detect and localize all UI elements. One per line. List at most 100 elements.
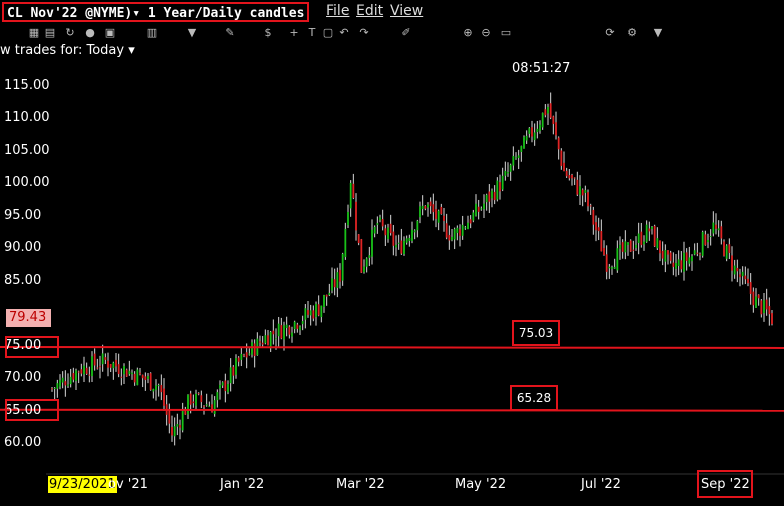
candle <box>373 225 376 238</box>
candle <box>259 335 261 347</box>
line-value-label-lower[interactable]: 65.28 <box>510 385 558 411</box>
candle <box>485 193 488 211</box>
candle <box>605 245 608 280</box>
candle <box>533 123 536 146</box>
candle <box>741 266 744 285</box>
candle <box>104 353 107 365</box>
candle <box>325 294 328 306</box>
axis-highlight-65 <box>5 399 59 421</box>
candle <box>173 417 176 446</box>
candle <box>539 120 541 134</box>
candle <box>131 369 133 380</box>
candle <box>53 387 56 400</box>
candle <box>427 202 429 217</box>
candle <box>595 215 597 242</box>
candle <box>592 206 595 235</box>
candle <box>363 259 365 274</box>
candle <box>664 244 667 273</box>
candle <box>336 267 339 298</box>
candle <box>568 168 571 181</box>
candle <box>667 250 669 265</box>
candle <box>520 145 523 162</box>
candle <box>160 374 163 401</box>
candle <box>333 268 336 296</box>
candle <box>613 258 616 269</box>
candle <box>235 354 237 379</box>
candle <box>371 219 373 265</box>
candle <box>459 224 461 247</box>
candle <box>467 215 469 230</box>
candle <box>728 238 731 260</box>
candle <box>475 194 477 217</box>
y-tick-label: 60.00 <box>4 435 42 450</box>
candle <box>283 321 285 351</box>
candle <box>413 229 416 240</box>
candle <box>219 380 221 400</box>
candle <box>515 152 517 160</box>
candle <box>213 396 216 417</box>
y-tick-label: 70.00 <box>4 370 42 386</box>
y-tick-label: 100.00 <box>4 175 50 191</box>
candle <box>400 228 403 255</box>
candle <box>56 379 59 398</box>
candle <box>256 332 259 356</box>
candle <box>483 194 485 219</box>
candle <box>573 177 576 186</box>
candle <box>237 356 240 367</box>
line-value-label-upper[interactable]: 75.03 <box>512 320 560 346</box>
candle <box>659 240 661 262</box>
candle <box>509 163 512 181</box>
candle <box>576 171 579 197</box>
candle <box>603 240 605 256</box>
candle <box>557 136 560 160</box>
candle <box>280 317 283 340</box>
candle <box>528 127 531 138</box>
candle <box>341 252 344 286</box>
candle <box>552 115 555 135</box>
candle <box>440 203 443 215</box>
candle <box>621 239 624 259</box>
candle <box>760 299 763 318</box>
candle <box>608 263 611 279</box>
candle <box>205 393 208 407</box>
candle <box>315 301 317 326</box>
candle <box>128 360 131 376</box>
candle <box>181 402 184 433</box>
candle <box>600 219 603 252</box>
candle <box>504 161 507 181</box>
candle <box>293 320 296 334</box>
candle <box>565 167 568 178</box>
candle <box>381 209 384 231</box>
candle <box>208 401 211 408</box>
candle <box>320 305 323 323</box>
candle <box>517 149 520 170</box>
candle <box>435 200 437 228</box>
y-tick-label: 95.00 <box>4 207 42 223</box>
candle <box>123 363 125 385</box>
candle <box>699 252 701 261</box>
candle <box>693 243 696 256</box>
candle <box>643 235 645 251</box>
candle <box>525 130 528 144</box>
candle <box>59 374 61 390</box>
x-tick-nov: ov '21 <box>108 477 148 492</box>
candle <box>267 329 269 346</box>
candle <box>581 188 584 207</box>
candle <box>456 225 459 241</box>
x-tick-jan: Jan '22 <box>220 477 265 492</box>
candle <box>739 268 741 287</box>
candle <box>771 310 773 326</box>
candle <box>477 199 480 220</box>
candle <box>157 383 160 397</box>
candle <box>355 193 357 241</box>
candle <box>616 240 619 273</box>
candle <box>389 214 392 236</box>
candle <box>112 361 115 380</box>
candle <box>61 371 64 389</box>
candle <box>688 246 691 267</box>
candle <box>683 241 685 281</box>
candle <box>317 295 320 317</box>
candle <box>493 185 496 205</box>
candle <box>653 224 656 247</box>
candle <box>445 213 448 240</box>
